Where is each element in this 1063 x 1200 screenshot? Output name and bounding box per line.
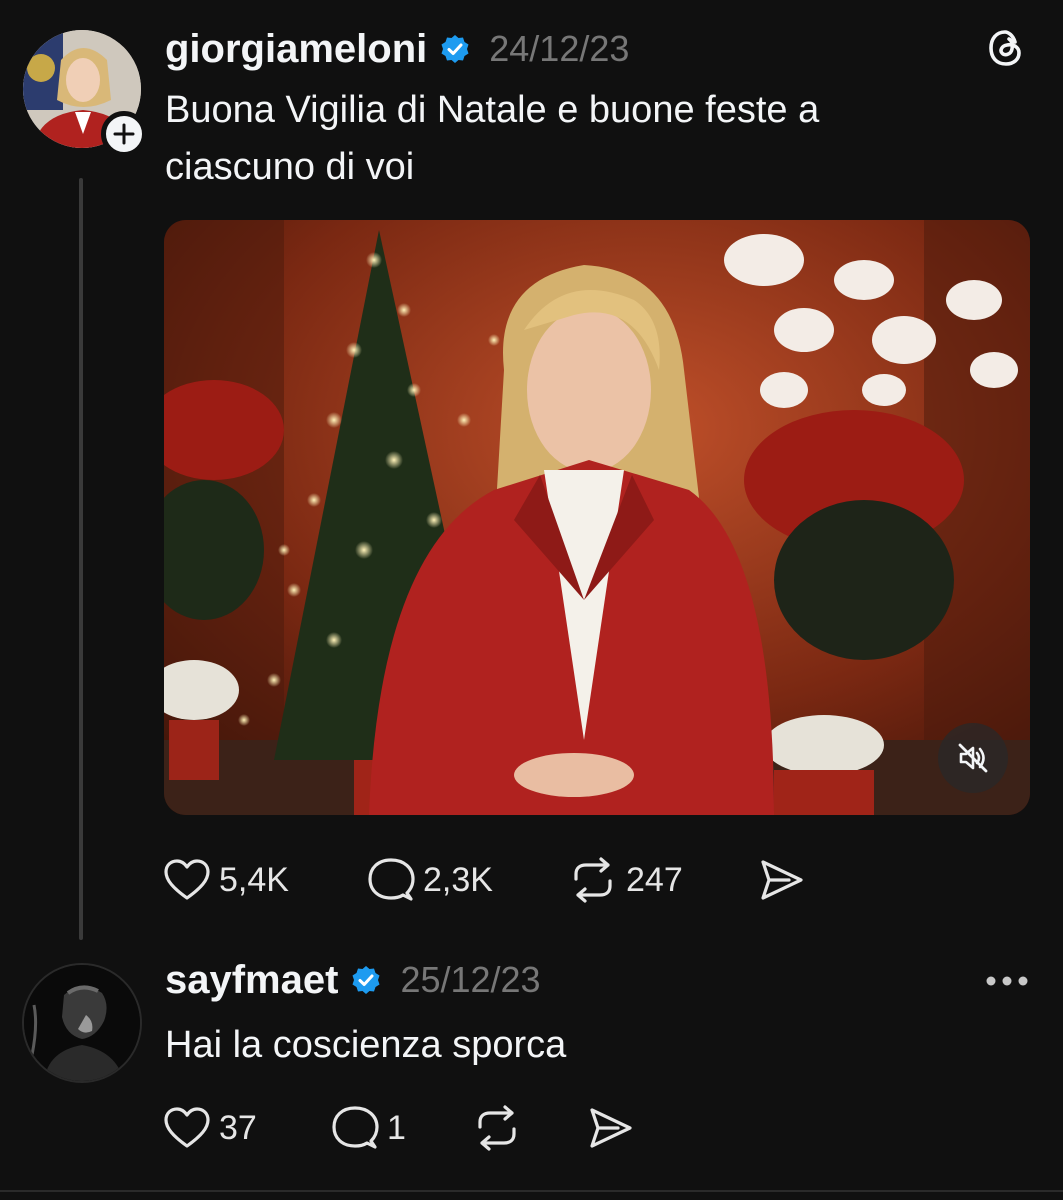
heart-icon — [164, 859, 210, 900]
repost-icon — [478, 1105, 516, 1151]
like-action[interactable]: 5,4K — [163, 856, 289, 904]
thread-line — [79, 178, 83, 940]
comment-action[interactable]: 2,3K — [367, 856, 493, 904]
post-video[interactable] — [164, 220, 1030, 815]
verified-badge-icon — [352, 966, 380, 994]
reply-share-action[interactable] — [588, 1104, 634, 1152]
mute-button[interactable] — [938, 723, 1008, 793]
reply-comment-count: 1 — [387, 1108, 406, 1147]
send-icon — [590, 1108, 632, 1148]
reply-like-action[interactable]: 37 — [163, 1104, 257, 1152]
reply-date: 25/12/23 — [400, 959, 541, 1000]
plus-icon — [113, 123, 135, 145]
comment-icon — [332, 1106, 379, 1149]
reply-comment-action[interactable]: 1 — [331, 1104, 406, 1152]
reply-like-count: 37 — [219, 1108, 257, 1147]
reply-repost-action[interactable] — [472, 1104, 522, 1152]
share-action[interactable] — [759, 856, 805, 904]
avatar-image — [24, 965, 140, 1081]
threads-logo[interactable] — [984, 26, 1028, 70]
post-username[interactable]: giorgiameloni — [165, 27, 427, 72]
comment-count: 2,3K — [423, 860, 493, 899]
reply-avatar[interactable] — [22, 963, 142, 1083]
verified-badge-icon — [441, 35, 469, 63]
post-date: 24/12/23 — [489, 28, 630, 69]
follow-button[interactable] — [101, 111, 147, 157]
heart-icon — [164, 1107, 210, 1148]
more-icon — [986, 976, 1028, 986]
muted-speaker-icon — [958, 743, 988, 773]
video-frame-image — [164, 220, 1030, 815]
comment-icon — [368, 858, 415, 901]
more-options-button[interactable] — [984, 964, 1030, 998]
bottom-divider — [0, 1190, 1063, 1192]
repost-action[interactable]: 247 — [568, 856, 683, 904]
post-text-line-2: ciascuno di voi — [165, 146, 415, 188]
post-text-line-1: Buona Vigilia di Natale e buone feste a — [165, 89, 820, 131]
send-icon — [761, 860, 803, 900]
reply-text: Hai la coscienza sporca — [165, 1024, 567, 1066]
repost-count: 247 — [626, 860, 683, 899]
like-count: 5,4K — [219, 860, 289, 899]
repost-icon — [574, 857, 612, 903]
threads-logo-icon — [989, 30, 1021, 66]
reply-username[interactable]: sayfmaet — [165, 958, 338, 1003]
